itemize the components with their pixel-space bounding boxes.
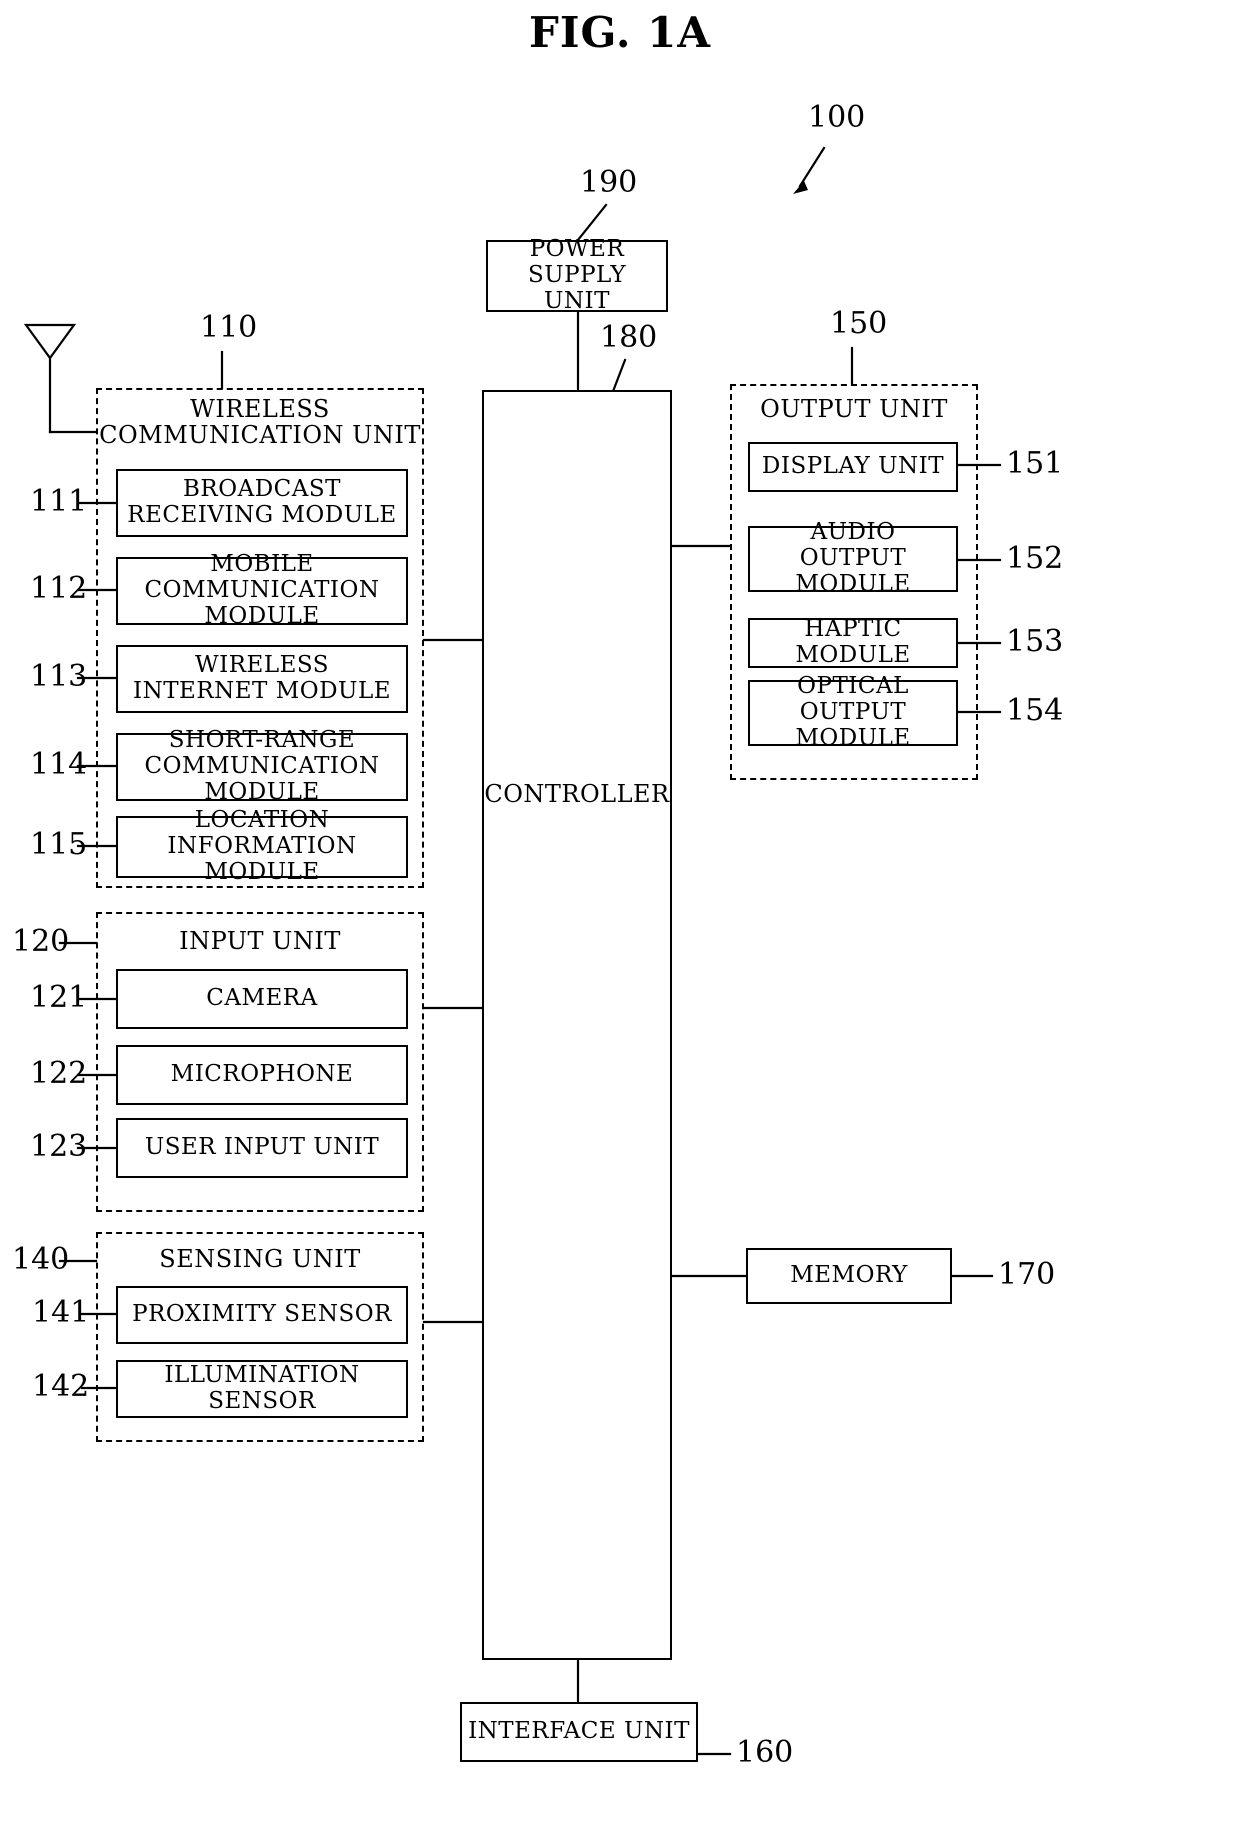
camera-box[interactable]: CAMERA <box>116 969 408 1029</box>
wireless-internet-module-box[interactable]: WIRELESS INTERNET MODULE <box>116 645 408 713</box>
ref-152: 152 <box>1006 541 1064 576</box>
ref-121: 121 <box>30 980 88 1015</box>
audio-output-module-box[interactable]: AUDIO OUTPUT MODULE <box>748 519 958 597</box>
figure-title: FIG. 1A <box>529 8 711 57</box>
antenna-icon <box>26 322 78 440</box>
proximity-sensor-box[interactable]: PROXIMITY SENSOR <box>116 1286 408 1344</box>
ref-115: 115 <box>30 827 88 862</box>
haptic-module-box[interactable]: HAPTIC MODULE <box>748 616 958 668</box>
broadcast-receiving-module-box[interactable]: BROADCAST RECEIVING MODULE <box>116 469 408 537</box>
ref-114: 114 <box>30 747 88 782</box>
patent-figure-1a: FIG. 1A 100 190 180 110 150 111 112 113 … <box>0 0 1240 1832</box>
ref-140: 140 <box>12 1242 70 1277</box>
ref-113: 113 <box>30 659 88 694</box>
input-unit-title: INPUT UNIT <box>179 927 341 955</box>
ref-141: 141 <box>32 1295 90 1330</box>
controller-box[interactable]: CONTROLLER <box>482 390 672 1660</box>
ref-153: 153 <box>1006 624 1064 659</box>
ref-112: 112 <box>30 571 88 606</box>
ref-100: 100 <box>808 100 866 135</box>
ref-142: 142 <box>32 1369 90 1404</box>
ref-151: 151 <box>1006 446 1064 481</box>
memory-box[interactable]: MEMORY <box>746 1248 952 1304</box>
controller-label: CONTROLLER <box>484 780 670 808</box>
display-unit-box[interactable]: DISPLAY UNIT <box>748 442 958 492</box>
sensing-unit-title: SENSING UNIT <box>159 1245 361 1273</box>
short-range-communication-module-box[interactable]: SHORT-RANGE COMMUNICATION MODULE <box>116 727 408 805</box>
ref-154: 154 <box>1006 693 1064 728</box>
illumination-sensor-box[interactable]: ILLUMINATION SENSOR <box>116 1360 408 1418</box>
wireless-communication-unit-title: WIRELESS COMMUNICATION UNIT <box>99 395 421 450</box>
optical-output-module-box[interactable]: OPTICAL OUTPUT MODULE <box>748 673 958 751</box>
interface-unit-box[interactable]: INTERFACE UNIT <box>460 1702 698 1762</box>
mobile-communication-module-box[interactable]: MOBILE COMMUNICATION MODULE <box>116 551 408 629</box>
ref-190: 190 <box>580 165 638 200</box>
ref-150: 150 <box>830 306 888 341</box>
ref-122: 122 <box>30 1056 88 1091</box>
ref-110: 110 <box>200 310 258 345</box>
ref-180: 180 <box>600 320 658 355</box>
ref-123: 123 <box>30 1129 88 1164</box>
ref-170: 170 <box>998 1257 1056 1292</box>
ref-120: 120 <box>12 924 70 959</box>
output-unit-title: OUTPUT UNIT <box>760 395 948 423</box>
microphone-box[interactable]: MICROPHONE <box>116 1045 408 1105</box>
power-supply-unit-box[interactable]: POWER SUPPLY UNIT <box>486 236 668 314</box>
user-input-unit-box[interactable]: USER INPUT UNIT <box>116 1118 408 1178</box>
ref-111: 111 <box>30 484 88 519</box>
ref-160: 160 <box>736 1735 794 1770</box>
location-information-module-box[interactable]: LOCATION INFORMATION MODULE <box>116 807 408 885</box>
